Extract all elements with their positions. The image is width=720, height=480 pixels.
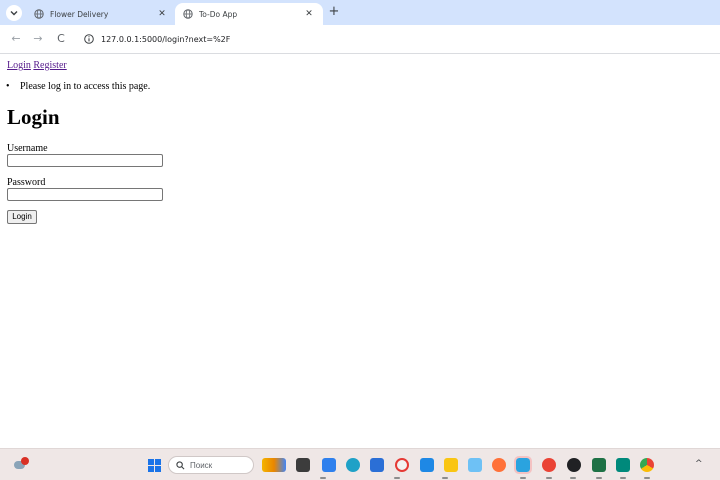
page-title: Login: [7, 105, 60, 129]
task-view-icon[interactable]: [296, 458, 310, 472]
weather-widget-icon[interactable]: [12, 457, 29, 471]
reload-icon[interactable]: C: [54, 32, 68, 46]
login-link[interactable]: Login: [7, 60, 31, 71]
globe-icon: [34, 9, 44, 19]
back-icon[interactable]: ←: [9, 32, 23, 46]
firefox-icon[interactable]: [492, 458, 506, 472]
address-bar[interactable]: 127.0.0.1:5000/login?next=%2F: [76, 28, 716, 50]
pycharm-icon[interactable]: [420, 458, 434, 472]
login-submit-button[interactable]: Login: [7, 210, 37, 224]
new-tab-button[interactable]: +: [326, 4, 342, 20]
running-indicator: [320, 477, 326, 479]
username-input[interactable]: [7, 154, 163, 167]
running-indicator: [394, 477, 400, 479]
tab-strip: Flower Delivery ✕ To-Do App ✕ +: [0, 0, 720, 25]
yandex-icon[interactable]: [468, 458, 482, 472]
username-label: Username: [7, 143, 48, 154]
url-text: 127.0.0.1:5000/login?next=%2F: [101, 34, 231, 44]
taskbar-search-placeholder: Поиск: [190, 460, 213, 470]
chat-app-icon[interactable]: [567, 458, 581, 472]
register-link[interactable]: Register: [33, 60, 66, 71]
bullet-icon: •: [6, 81, 10, 92]
running-indicator: [570, 477, 576, 479]
chrome-icon[interactable]: [640, 458, 654, 472]
running-indicator: [520, 477, 526, 479]
widget-banner-icon[interactable]: [262, 458, 286, 472]
tab-flower-delivery[interactable]: Flower Delivery ✕: [26, 3, 176, 25]
running-indicator: [442, 477, 448, 479]
app-icon[interactable]: [542, 458, 556, 472]
tab-title: Flower Delivery: [50, 9, 109, 19]
forward-icon[interactable]: →: [31, 32, 45, 46]
store-icon[interactable]: [370, 458, 384, 472]
flash-message-text: Please log in to access this page.: [20, 81, 151, 92]
vscode-icon[interactable]: [322, 458, 336, 472]
excel-icon[interactable]: [592, 458, 606, 472]
terminal-icon[interactable]: [616, 458, 630, 472]
yandex-browser-icon[interactable]: [395, 458, 409, 472]
password-input[interactable]: [7, 188, 163, 201]
flash-message: • Please log in to access this page.: [6, 81, 151, 92]
tab-todo-app[interactable]: To-Do App ✕: [175, 3, 323, 25]
tab-title: To-Do App: [199, 9, 238, 19]
edge-icon[interactable]: [346, 458, 360, 472]
taskbar: Поиск ^: [0, 448, 720, 480]
running-indicator: [620, 477, 626, 479]
top-nav: Login Register: [7, 60, 67, 71]
running-indicator: [644, 477, 650, 479]
close-icon[interactable]: ✕: [156, 9, 168, 19]
file-explorer-icon[interactable]: [444, 458, 458, 472]
close-icon[interactable]: ✕: [303, 9, 315, 19]
page-content: Login Register • Please log in to access…: [0, 55, 720, 448]
info-icon[interactable]: [84, 34, 94, 44]
search-icon: [176, 460, 185, 469]
globe-icon: [183, 9, 193, 19]
running-indicator: [596, 477, 602, 479]
browser-toolbar: ← → C 127.0.0.1:5000/login?next=%2F: [0, 25, 720, 54]
telegram-icon[interactable]: [514, 456, 532, 474]
tray-overflow-chevron-icon[interactable]: ^: [695, 459, 703, 469]
chevron-down-icon: [10, 11, 18, 16]
tab-search-button[interactable]: [6, 5, 22, 21]
start-menu-icon[interactable]: [148, 459, 161, 472]
running-indicator: [546, 477, 552, 479]
notification-badge: [21, 457, 29, 465]
taskbar-search[interactable]: Поиск: [168, 456, 254, 474]
password-label: Password: [7, 177, 46, 188]
